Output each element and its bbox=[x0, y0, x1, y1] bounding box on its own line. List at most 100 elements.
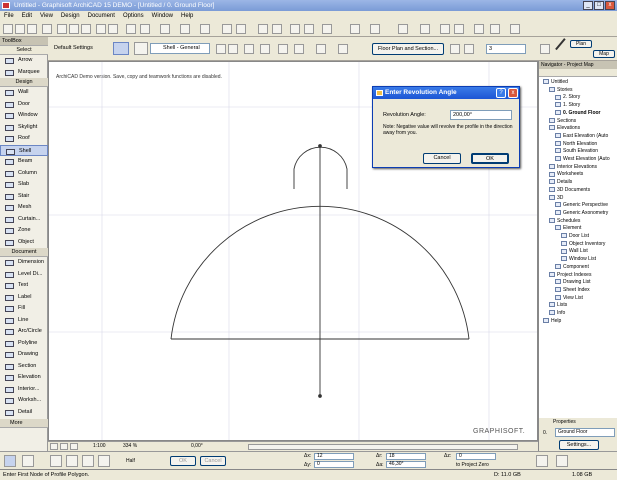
redo-icon[interactable] bbox=[108, 24, 118, 34]
new-file-icon[interactable] bbox=[3, 24, 13, 34]
tool-beam[interactable]: Beam bbox=[0, 156, 48, 168]
layer-icon[interactable] bbox=[200, 24, 210, 34]
tree-item[interactable]: Stories bbox=[549, 87, 573, 94]
da-field[interactable]: 46,30° bbox=[386, 461, 426, 468]
tool-mesh[interactable]: Mesh bbox=[0, 202, 48, 214]
teamwork-icon[interactable] bbox=[350, 24, 360, 34]
tool-slab[interactable]: Slab bbox=[0, 179, 48, 191]
maximize-button[interactable]: □ bbox=[594, 1, 604, 10]
suspend-groups-icon[interactable] bbox=[236, 24, 246, 34]
tool-label[interactable]: Label bbox=[0, 292, 48, 304]
material-icon[interactable] bbox=[338, 44, 348, 54]
horizontal-scrollbar[interactable] bbox=[248, 444, 518, 450]
elevation-icon[interactable] bbox=[304, 24, 314, 34]
document-header[interactable]: Document bbox=[0, 248, 48, 257]
redo-zoom-icon[interactable] bbox=[60, 443, 68, 450]
tree-item[interactable]: Interior Elevations bbox=[549, 164, 597, 171]
dy-field[interactable]: 0 bbox=[314, 461, 354, 468]
map-button[interactable]: Map bbox=[593, 50, 615, 58]
menu-help[interactable]: Help bbox=[177, 11, 197, 21]
tree-item[interactable]: Elevations bbox=[549, 125, 580, 132]
tool-object[interactable]: Object bbox=[0, 237, 48, 249]
extrude-shell-icon[interactable] bbox=[216, 44, 226, 54]
tool-line[interactable]: Line bbox=[0, 315, 48, 327]
menu-design[interactable]: Design bbox=[57, 11, 84, 21]
print-icon[interactable] bbox=[42, 24, 52, 34]
cancel-button-disabled[interactable]: Cancel bbox=[200, 456, 226, 466]
grid-toggle-icon[interactable] bbox=[82, 455, 94, 467]
relative-construction-icon[interactable] bbox=[98, 455, 110, 467]
menu-window[interactable]: Window bbox=[148, 11, 177, 21]
plan-button[interactable]: Plan bbox=[570, 40, 592, 48]
minimize-button[interactable]: _ bbox=[583, 1, 593, 10]
tool-shell[interactable]: Shell bbox=[0, 144, 48, 156]
render-icon[interactable] bbox=[322, 24, 332, 34]
tracker-icon[interactable] bbox=[556, 455, 568, 467]
paste-icon[interactable] bbox=[81, 24, 91, 34]
zoom-display[interactable]: 334 % bbox=[123, 443, 137, 449]
dr-field[interactable]: 18 bbox=[386, 453, 426, 460]
tool-marquee[interactable]: Marquee bbox=[0, 67, 48, 79]
tree-item[interactable]: Lists bbox=[549, 302, 567, 309]
tool-elevation[interactable]: Elevation bbox=[0, 372, 48, 384]
tree-item[interactable]: Project Indexes bbox=[549, 272, 591, 279]
orbit-icon[interactable] bbox=[510, 24, 520, 34]
tool-stair[interactable]: Stair bbox=[0, 191, 48, 203]
tool-detail[interactable]: Detail bbox=[0, 407, 48, 419]
3d-window-icon[interactable] bbox=[272, 24, 282, 34]
angle-display[interactable]: 0,00° bbox=[191, 443, 203, 449]
layout-book-icon[interactable] bbox=[370, 24, 380, 34]
tool-text[interactable]: Text bbox=[0, 280, 48, 292]
ruled-shell-icon[interactable] bbox=[244, 44, 254, 54]
tree-item[interactable]: Worksheets bbox=[549, 171, 583, 178]
tool-worksh[interactable]: Worksh... bbox=[0, 395, 48, 407]
tree-item[interactable]: Drawing List bbox=[555, 279, 591, 286]
pen-color-icon[interactable] bbox=[450, 44, 460, 54]
contour-icon[interactable] bbox=[278, 44, 288, 54]
tree-item[interactable]: 2. Story bbox=[555, 94, 580, 101]
story-name-field[interactable]: Ground Floor bbox=[555, 428, 615, 437]
shell-profile-icon[interactable] bbox=[260, 44, 270, 54]
tree-item[interactable]: 1. Story bbox=[555, 102, 580, 109]
design-header[interactable]: Design bbox=[0, 78, 48, 87]
tree-item[interactable]: Wall List bbox=[561, 248, 588, 255]
tree-item[interactable]: Untitled bbox=[543, 79, 568, 86]
magic-wand-icon[interactable] bbox=[222, 24, 232, 34]
dialog-ok-button[interactable]: OK bbox=[471, 153, 509, 164]
toolbox-select-header[interactable]: Select bbox=[0, 46, 48, 55]
tree-item[interactable]: Generic Perspective bbox=[555, 202, 608, 209]
tree-item[interactable]: Details bbox=[549, 179, 572, 186]
save-icon[interactable] bbox=[27, 24, 37, 34]
tool-interior[interactable]: Interior... bbox=[0, 384, 48, 396]
more-tools-toggle[interactable]: More bbox=[0, 419, 48, 428]
tool-level-di[interactable]: Level Di... bbox=[0, 269, 48, 281]
tool-arrow[interactable]: Arrow bbox=[0, 55, 48, 67]
tree-item[interactable]: West Elevation (Auto bbox=[555, 156, 610, 163]
pan-icon[interactable] bbox=[490, 24, 500, 34]
angle-tool-icon[interactable] bbox=[22, 455, 34, 467]
tree-item[interactable]: Schedules bbox=[549, 218, 580, 225]
trim-icon[interactable] bbox=[316, 44, 326, 54]
layer-selector-icon[interactable] bbox=[134, 42, 148, 55]
tree-item[interactable]: Element bbox=[555, 225, 581, 232]
tree-item[interactable]: Generic Axonometry bbox=[555, 210, 608, 217]
tool-column[interactable]: Column bbox=[0, 168, 48, 180]
tool-section[interactable]: Section bbox=[0, 361, 48, 373]
settings-button[interactable]: Settings... bbox=[559, 440, 599, 450]
geometry-method-icon[interactable] bbox=[113, 42, 129, 55]
tree-item[interactable]: Sections bbox=[549, 118, 576, 125]
tool-window[interactable]: Window bbox=[0, 110, 48, 122]
tool-fill[interactable]: Fill bbox=[0, 303, 48, 315]
info-tag-icon[interactable] bbox=[536, 455, 548, 467]
tree-item[interactable]: South Elevation bbox=[555, 148, 598, 155]
tree-item[interactable]: 0. Ground Floor bbox=[555, 110, 601, 117]
eye-icon[interactable] bbox=[540, 44, 550, 54]
tool-roof[interactable]: Roof bbox=[0, 133, 48, 145]
value-field[interactable]: 3 bbox=[486, 44, 526, 54]
menu-view[interactable]: View bbox=[36, 11, 57, 21]
dialog-cancel-button[interactable]: Cancel bbox=[423, 153, 461, 164]
menu-document[interactable]: Document bbox=[84, 11, 119, 21]
tool-drawing[interactable]: Drawing bbox=[0, 349, 48, 361]
zoom-in-icon[interactable] bbox=[440, 24, 450, 34]
tree-item[interactable]: Sheet Index bbox=[555, 287, 590, 294]
